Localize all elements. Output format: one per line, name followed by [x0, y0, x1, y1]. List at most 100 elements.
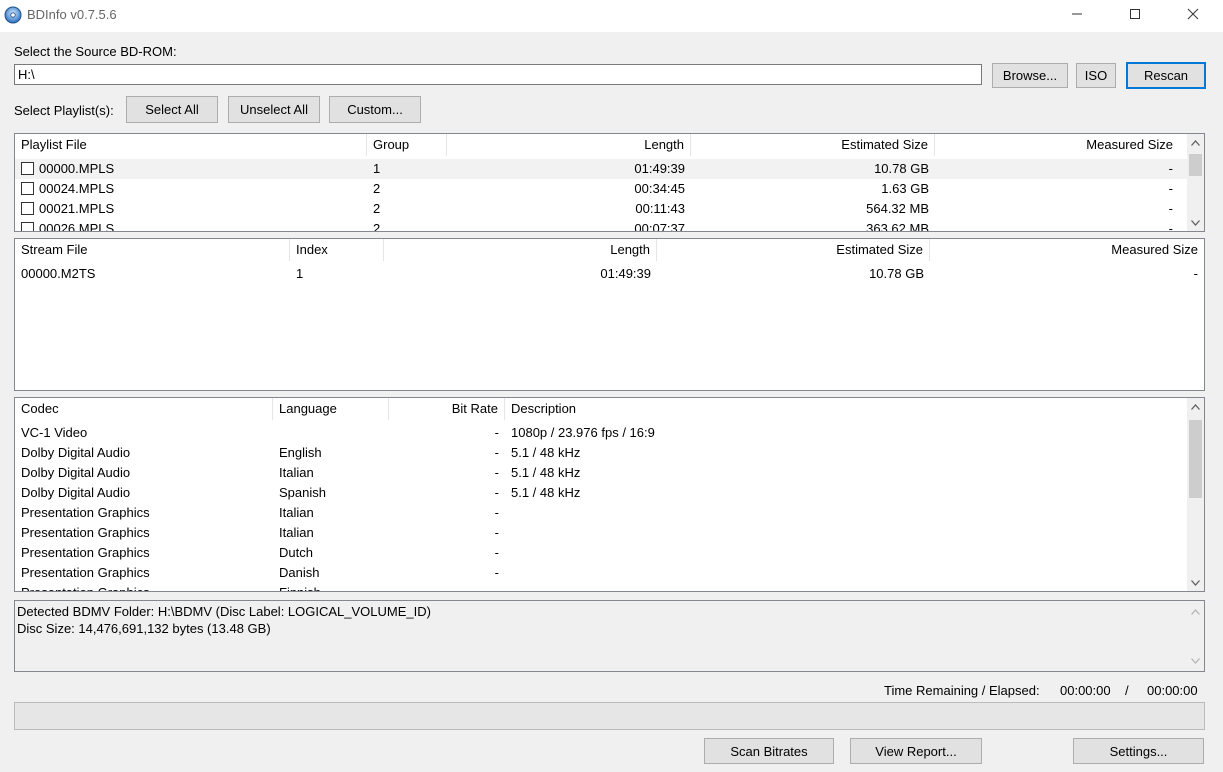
select-all-button[interactable]: Select All — [126, 96, 218, 123]
codec-description — [505, 583, 1179, 591]
column-header-estimated-size[interactable]: Estimated Size — [691, 134, 935, 156]
chevron-up-icon[interactable] — [1187, 603, 1204, 620]
iso-button[interactable]: ISO — [1076, 63, 1116, 88]
maximize-icon — [1129, 8, 1141, 23]
playlist-file: 00024.MPLS — [39, 181, 115, 196]
scrollbar-thumb[interactable] — [1189, 420, 1202, 498]
custom-button[interactable]: Custom... — [329, 96, 421, 123]
scrollbar-thumb[interactable] — [1189, 154, 1202, 176]
table-row[interactable]: Presentation Graphics Dutch - — [15, 543, 1204, 563]
playlist-group: 2 — [373, 221, 381, 232]
column-header-measured-size[interactable]: Measured Size — [930, 239, 1204, 261]
codec-bit-rate: - — [494, 425, 499, 440]
table-row[interactable]: 00026.MPLS 2 00:07:37 363.62 MB - — [15, 219, 1204, 232]
codec-description: 5.1 / 48 kHz — [511, 465, 581, 480]
view-report-button[interactable]: View Report... — [850, 738, 982, 764]
codec-language: English — [279, 445, 322, 460]
playlist-file: 00021.MPLS — [39, 201, 115, 216]
close-button[interactable] — [1164, 0, 1222, 30]
column-header-codec[interactable]: Codec — [15, 398, 273, 420]
playlist-length: 00:34:45 — [634, 181, 685, 196]
codec-name: Presentation Graphics — [15, 583, 273, 591]
table-row[interactable]: Presentation Graphics Finnish - — [15, 583, 1204, 591]
column-header-playlist-file[interactable]: Playlist File — [15, 134, 367, 156]
codec-scrollbar[interactable] — [1187, 398, 1204, 591]
column-header-measured-size[interactable]: Measured Size — [935, 134, 1179, 156]
playlist-group: 2 — [373, 181, 381, 196]
codec-list-header: Codec Language Bit Rate Description — [15, 398, 1204, 420]
column-header-estimated-size[interactable]: Estimated Size — [657, 239, 930, 261]
scan-progress-bar — [14, 702, 1205, 730]
table-row[interactable]: Dolby Digital Audio English - 5.1 / 48 k… — [15, 443, 1204, 463]
time-remaining-label: Time Remaining / Elapsed: — [884, 683, 1040, 698]
table-row[interactable]: 00000.M2TS 1 01:49:39 10.78 GB - — [15, 264, 1204, 284]
codec-description — [505, 543, 1179, 563]
playlist-file: 00026.MPLS — [39, 221, 115, 232]
codec-bit-rate: - — [494, 545, 499, 560]
unselect-all-button[interactable]: Unselect All — [228, 96, 320, 123]
chevron-up-icon[interactable] — [1187, 134, 1204, 151]
log-scrollbar[interactable] — [1187, 601, 1204, 671]
log-line: Disc Size: 14,476,691,132 bytes (13.48 G… — [17, 621, 271, 636]
table-row[interactable]: 00021.MPLS 2 00:11:43 564.32 MB - — [15, 199, 1204, 219]
playlist-checkbox[interactable] — [21, 182, 34, 195]
table-row[interactable]: Dolby Digital Audio Spanish - 5.1 / 48 k… — [15, 483, 1204, 503]
log-line: Detected BDMV Folder: H:\BDMV (Disc Labe… — [17, 604, 431, 619]
chevron-down-icon[interactable] — [1187, 652, 1204, 669]
column-header-length[interactable]: Length — [447, 134, 691, 156]
codec-bit-rate: - — [389, 583, 505, 591]
stream-list[interactable]: Stream File Index Length Estimated Size … — [14, 238, 1205, 391]
playlist-checkbox[interactable] — [21, 222, 34, 231]
codec-language — [273, 423, 389, 443]
scan-bitrates-button[interactable]: Scan Bitrates — [704, 738, 834, 764]
column-header-stream-file[interactable]: Stream File — [15, 239, 290, 261]
codec-description — [505, 523, 1179, 543]
chevron-down-icon[interactable] — [1187, 214, 1204, 231]
column-header-description[interactable]: Description — [505, 398, 1179, 420]
column-header-language[interactable]: Language — [273, 398, 389, 420]
playlist-checkbox[interactable] — [21, 162, 34, 175]
chevron-down-icon[interactable] — [1187, 574, 1204, 591]
browse-button[interactable]: Browse... — [992, 63, 1068, 88]
stream-list-header: Stream File Index Length Estimated Size … — [15, 239, 1204, 261]
maximize-button[interactable] — [1106, 0, 1164, 30]
playlist-measured-size: - — [1168, 161, 1173, 176]
table-row[interactable]: Dolby Digital Audio Italian - 5.1 / 48 k… — [15, 463, 1204, 483]
codec-list[interactable]: Codec Language Bit Rate Description VC-1… — [14, 397, 1205, 592]
rescan-button[interactable]: Rescan — [1126, 62, 1206, 89]
select-playlists-label: Select Playlist(s): — [14, 103, 114, 118]
column-header-group[interactable]: Group — [367, 134, 447, 156]
codec-description — [505, 503, 1179, 523]
table-row[interactable]: VC-1 Video - 1080p / 23.976 fps / 16:9 — [15, 423, 1204, 443]
table-row[interactable]: Presentation Graphics Italian - — [15, 503, 1204, 523]
minimize-button[interactable] — [1048, 0, 1106, 30]
source-path-input[interactable] — [14, 64, 982, 85]
table-row[interactable]: Presentation Graphics Italian - — [15, 523, 1204, 543]
column-header-bit-rate[interactable]: Bit Rate — [389, 398, 505, 420]
table-row[interactable]: 00024.MPLS 2 00:34:45 1.63 GB - — [15, 179, 1204, 199]
playlist-scrollbar[interactable] — [1187, 134, 1204, 231]
chevron-up-icon[interactable] — [1187, 398, 1204, 415]
playlist-list[interactable]: Playlist File Group Length Estimated Siz… — [14, 133, 1205, 232]
table-row[interactable]: 00000.MPLS 1 01:49:39 10.78 GB - — [15, 159, 1204, 179]
codec-description — [505, 563, 1179, 583]
playlist-estimated-size: 564.32 MB — [866, 201, 929, 216]
codec-language: Spanish — [279, 485, 326, 500]
minimize-icon — [1071, 8, 1083, 23]
playlist-estimated-size: 1.63 GB — [881, 181, 929, 196]
table-row[interactable]: Presentation Graphics Danish - — [15, 563, 1204, 583]
playlist-length: 01:49:39 — [634, 161, 685, 176]
codec-bit-rate: - — [494, 465, 499, 480]
codec-language: Dutch — [279, 545, 313, 560]
playlist-checkbox[interactable] — [21, 202, 34, 215]
codec-language: Italian — [279, 505, 314, 520]
settings-button[interactable]: Settings... — [1073, 738, 1204, 764]
source-label: Select the Source BD-ROM: — [14, 44, 177, 59]
codec-description: 5.1 / 48 kHz — [511, 485, 581, 500]
column-header-index[interactable]: Index — [290, 239, 384, 261]
column-header-length[interactable]: Length — [384, 239, 657, 261]
log-output[interactable]: Detected BDMV Folder: H:\BDMV (Disc Labe… — [14, 600, 1205, 672]
codec-name: Presentation Graphics — [21, 525, 150, 540]
close-icon — [1187, 8, 1199, 23]
playlist-group: 2 — [373, 201, 381, 216]
